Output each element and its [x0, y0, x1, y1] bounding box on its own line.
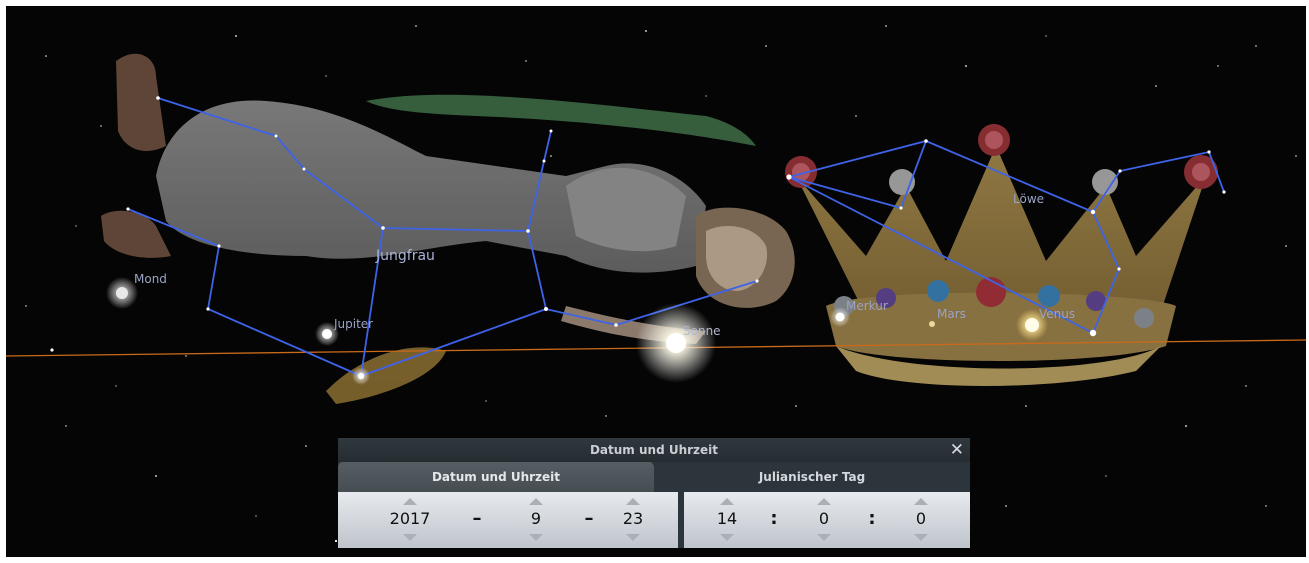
sun[interactable]: [636, 303, 716, 383]
minute-decrement-icon[interactable]: [817, 534, 831, 541]
second-increment-icon[interactable]: [914, 498, 928, 505]
mars[interactable]: [929, 321, 935, 327]
minute-increment-icon[interactable]: [817, 498, 831, 505]
dialog-title-bar[interactable]: Datum und Uhrzeit ✕: [338, 438, 970, 462]
date-time-dialog: Datum und Uhrzeit ✕ Datum und Uhrzeit Ju…: [338, 438, 970, 548]
date-separator: –: [584, 508, 594, 529]
day-spinbox[interactable]: 23: [603, 492, 663, 548]
second-decrement-icon[interactable]: [914, 534, 928, 541]
moon-label: Mond: [134, 272, 167, 286]
month-value[interactable]: 9: [506, 509, 566, 529]
year-decrement-icon[interactable]: [403, 534, 417, 541]
virgo-label: Jungfrau: [375, 248, 435, 264]
time-separator: :: [868, 508, 876, 529]
time-separator: :: [770, 508, 778, 529]
year-value[interactable]: 2017: [380, 509, 440, 529]
time-panel: 14 : 0 : 0: [684, 492, 970, 548]
month-decrement-icon[interactable]: [529, 534, 543, 541]
date-panel: 2017 – 9 – 23: [338, 492, 678, 548]
dialog-title: Datum und Uhrzeit: [589, 443, 719, 457]
hour-value[interactable]: 14: [697, 509, 757, 529]
hour-increment-icon[interactable]: [720, 498, 734, 505]
day-increment-icon[interactable]: [626, 498, 640, 505]
second-value[interactable]: 0: [891, 509, 951, 529]
month-spinbox[interactable]: 9: [506, 492, 566, 548]
leo-label: Löwe: [1013, 192, 1044, 206]
tab-julian-day[interactable]: Julianischer Tag: [654, 462, 970, 492]
close-icon[interactable]: ✕: [950, 439, 964, 461]
hour-decrement-icon[interactable]: [720, 534, 734, 541]
year-spinbox[interactable]: 2017: [380, 492, 440, 548]
minute-spinbox[interactable]: 0: [794, 492, 854, 548]
month-increment-icon[interactable]: [529, 498, 543, 505]
venus-label: Venus: [1039, 307, 1075, 321]
second-spinbox[interactable]: 0: [891, 492, 951, 548]
day-value[interactable]: 23: [603, 509, 663, 529]
tab-date-time[interactable]: Datum und Uhrzeit: [338, 462, 654, 492]
mercury-label: Merkur: [846, 299, 888, 313]
mars-label: Mars: [937, 307, 966, 321]
date-separator: –: [472, 508, 482, 529]
hour-spinbox[interactable]: 14: [697, 492, 757, 548]
minute-value[interactable]: 0: [794, 509, 854, 529]
day-decrement-icon[interactable]: [626, 534, 640, 541]
year-increment-icon[interactable]: [403, 498, 417, 505]
jupiter-label: Jupiter: [333, 317, 373, 331]
sun-label: Sonne: [683, 324, 721, 338]
